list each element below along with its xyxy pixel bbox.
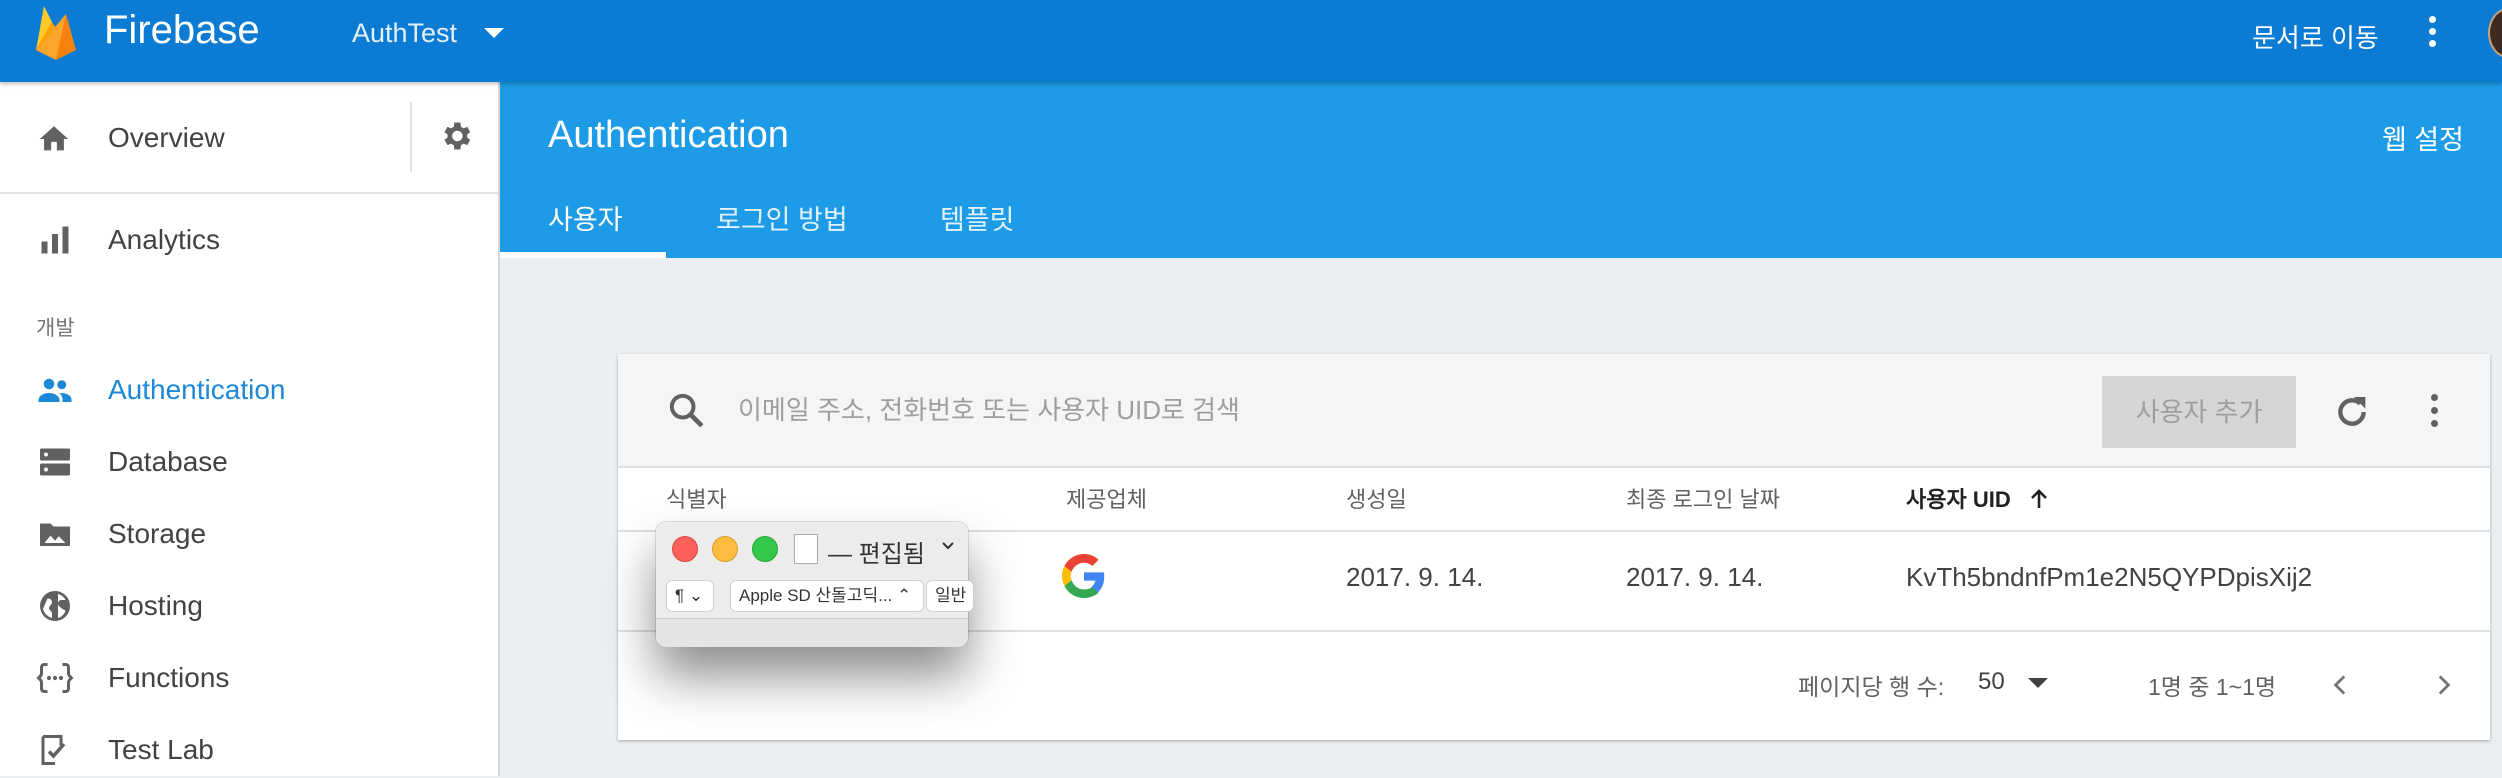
functions-icon bbox=[36, 663, 74, 693]
sidebar-item-label: Analytics bbox=[108, 224, 221, 255]
window-title: — 편집됨 bbox=[828, 541, 925, 568]
column-header-uid[interactable]: 사용자 UID bbox=[1906, 482, 2051, 514]
column-header-last-login[interactable]: 최종 로그인 날짜 bbox=[1626, 482, 1780, 514]
paragraph-label: ¶ bbox=[675, 586, 685, 605]
top-app-bar: Firebase AuthTest 문서로 이동 bbox=[0, 0, 2502, 82]
sidebar-item-hosting[interactable]: Hosting bbox=[0, 578, 498, 634]
sidebar-item-test-lab[interactable]: Test Lab bbox=[0, 722, 498, 778]
page-range-label: 1명 중 1~1명 bbox=[2148, 674, 2277, 700]
sidebar-item-authentication[interactable]: Authentication bbox=[0, 362, 498, 418]
web-setup-button[interactable]: 웹 설정 bbox=[2382, 118, 2464, 157]
sidebar-item-label: Database bbox=[108, 446, 228, 477]
google-icon bbox=[1062, 554, 1105, 598]
chevron-down-icon[interactable] bbox=[940, 538, 956, 554]
font-style-select[interactable]: 일반 bbox=[926, 580, 974, 612]
sidebar-item-overview[interactable]: Overview bbox=[0, 82, 498, 194]
database-icon bbox=[40, 448, 70, 476]
window-minimize-button[interactable] bbox=[712, 536, 738, 562]
photo-icon bbox=[40, 523, 70, 546]
column-header-label: 사용자 UID bbox=[1906, 487, 2011, 512]
column-header-identifier[interactable]: 식별자 bbox=[666, 482, 727, 514]
caret-down-icon[interactable] bbox=[484, 28, 504, 38]
sidebar-item-label: Authentication bbox=[108, 374, 286, 405]
avatar[interactable] bbox=[2488, 8, 2502, 58]
document-icon bbox=[794, 534, 818, 564]
sidebar-item-label: Overview bbox=[108, 122, 225, 153]
paragraph-style-button[interactable]: ¶ ⌄ bbox=[666, 580, 714, 612]
people-icon bbox=[38, 378, 72, 402]
project-selector[interactable]: AuthTest bbox=[352, 18, 457, 49]
rows-per-page-label: 페이지당 행 수: bbox=[1798, 674, 1945, 700]
search-icon bbox=[669, 393, 704, 428]
home-icon bbox=[39, 126, 69, 151]
column-header-created[interactable]: 생성일 bbox=[1346, 482, 1407, 514]
testlab-icon bbox=[41, 735, 66, 765]
chevron-left-icon[interactable] bbox=[2328, 668, 2354, 702]
gear-icon[interactable] bbox=[438, 118, 474, 154]
sidebar: Overview Analytics 개발 Authentication Dat… bbox=[0, 82, 500, 776]
window-document-area[interactable] bbox=[656, 618, 968, 647]
search-input[interactable] bbox=[736, 384, 1940, 436]
active-tab-indicator bbox=[500, 252, 666, 258]
column-header-provider[interactable]: 제공업체 bbox=[1066, 482, 1147, 514]
chevron-right-icon[interactable] bbox=[2430, 668, 2456, 702]
sidebar-item-label: Storage bbox=[108, 518, 207, 549]
sidebar-item-label: Hosting bbox=[108, 590, 203, 621]
window-maximize-button[interactable] bbox=[752, 536, 778, 562]
more-vert-icon[interactable] bbox=[2422, 16, 2442, 52]
textedit-window[interactable]: — 편집됨 ¶ ⌄ Apple SD 산돌고딕... ⌃ 일반 bbox=[656, 522, 974, 647]
more-vert-icon[interactable] bbox=[2424, 394, 2444, 434]
rows-per-page-select[interactable]: 50 bbox=[1978, 668, 2005, 696]
sidebar-item-functions[interactable]: Functions bbox=[0, 650, 498, 706]
caret-down-icon[interactable] bbox=[2028, 678, 2048, 688]
page-title: Authentication bbox=[548, 114, 789, 156]
tab-templates[interactable]: 템플릿 bbox=[940, 198, 1015, 258]
add-user-button[interactable]: 사용자 추가 bbox=[2102, 376, 2296, 448]
cell-last-login: 2017. 9. 14. bbox=[1626, 562, 1764, 592]
refresh-icon[interactable] bbox=[2332, 392, 2372, 432]
sidebar-item-label: Functions bbox=[108, 662, 230, 693]
sidebar-item-storage[interactable]: Storage bbox=[0, 506, 498, 562]
sidebar-item-database[interactable]: Database bbox=[0, 434, 498, 490]
sidebar-item-analytics[interactable]: Analytics bbox=[0, 212, 498, 268]
firebase-logo-icon[interactable] bbox=[32, 4, 80, 60]
cell-uid: KvTh5bndnfPm1e2N5QYPDpisXij2 bbox=[1906, 562, 2313, 592]
globe-icon bbox=[40, 591, 70, 621]
sidebar-item-label: Test Lab bbox=[108, 734, 214, 765]
firebase-brand[interactable]: Firebase bbox=[104, 8, 260, 53]
cell-created: 2017. 9. 14. bbox=[1346, 562, 1484, 592]
users-toolbar: 사용자 추가 bbox=[618, 354, 2490, 468]
font-style-label: 일반 bbox=[935, 586, 967, 605]
docs-link[interactable]: 문서로 이동 bbox=[2252, 18, 2379, 55]
page-header: Authentication 웹 설정 사용자 로그인 방법 템플릿 bbox=[500, 82, 2502, 258]
divider bbox=[410, 102, 412, 172]
tab-sign-in-method[interactable]: 로그인 방법 bbox=[716, 198, 848, 258]
arrow-up-icon bbox=[2030, 489, 2047, 508]
tab-users[interactable]: 사용자 bbox=[548, 198, 623, 258]
window-close-button[interactable] bbox=[672, 536, 698, 562]
font-family-label: Apple SD 산돌고딕... bbox=[739, 586, 893, 605]
bar-chart-icon bbox=[41, 226, 69, 254]
section-label-develop: 개발 bbox=[36, 317, 75, 340]
font-family-select[interactable]: Apple SD 산돌고딕... ⌃ bbox=[730, 580, 924, 612]
